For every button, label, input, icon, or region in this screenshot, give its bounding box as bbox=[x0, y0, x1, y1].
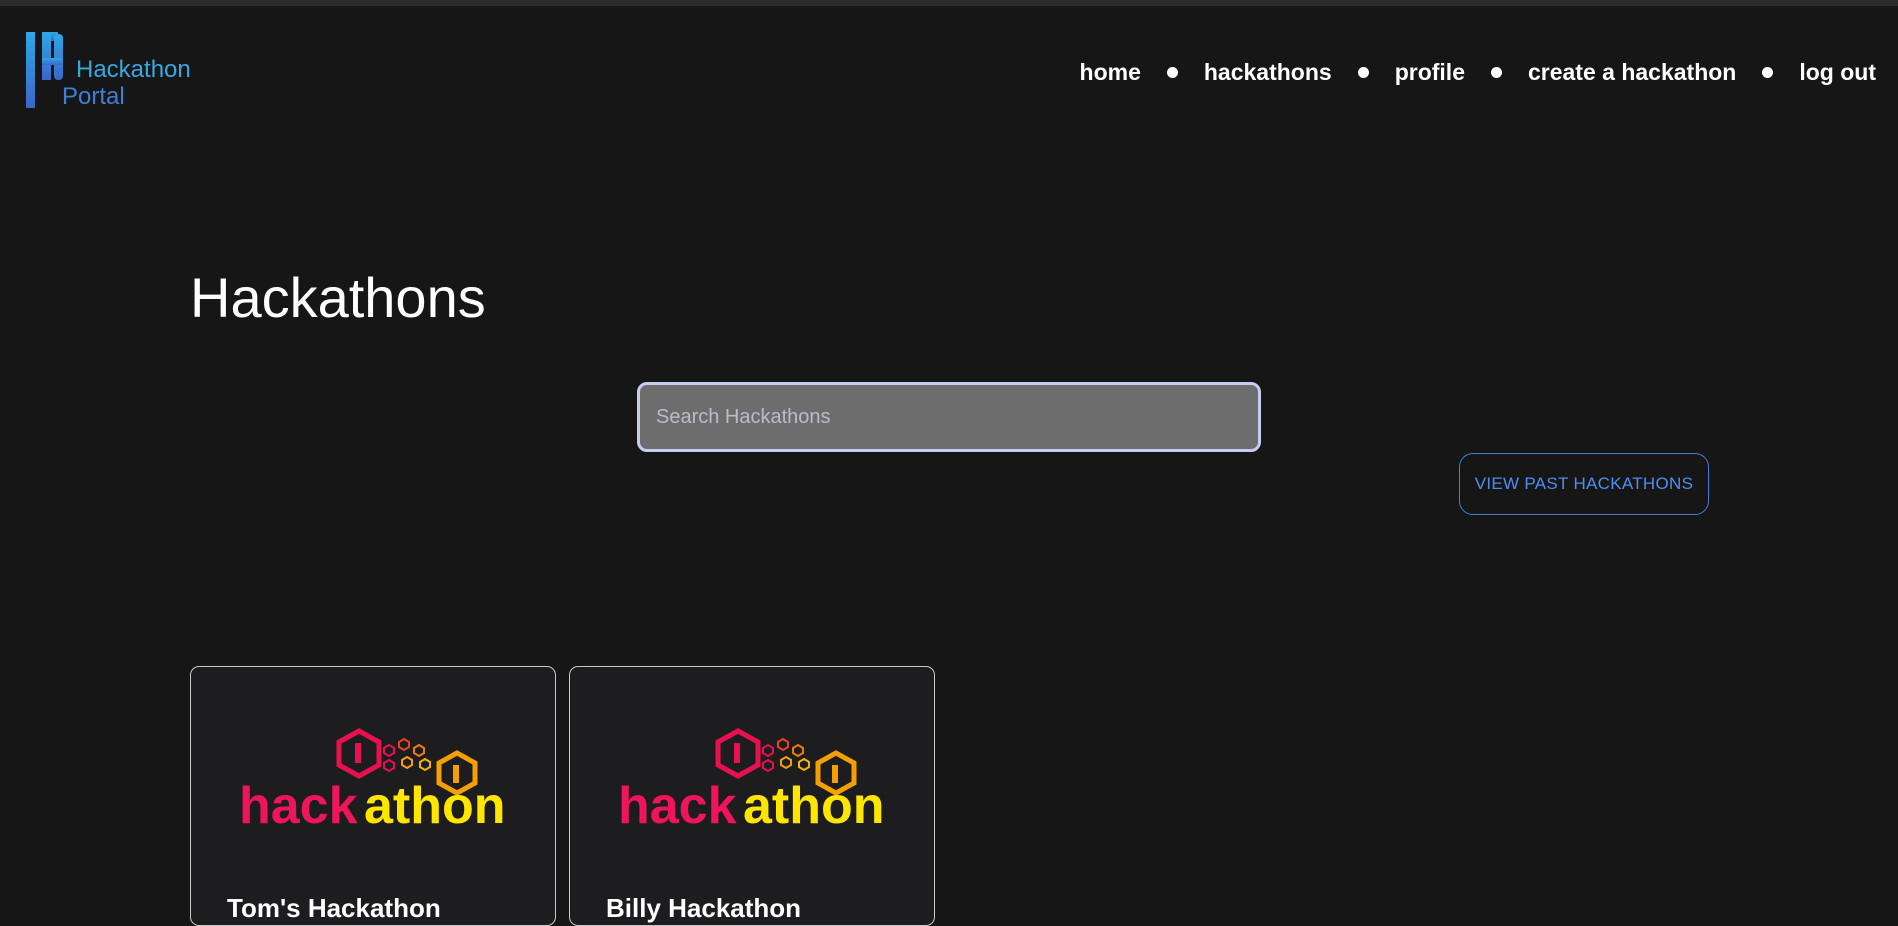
hackathon-card[interactable]: hack athon Billy Hackathon bbox=[569, 666, 935, 926]
nav-separator-dot bbox=[1166, 66, 1178, 78]
nav-separator-dot bbox=[1357, 66, 1369, 78]
page-title: Hackathons bbox=[190, 266, 486, 329]
nav-log-out-link[interactable]: log out bbox=[1799, 59, 1876, 86]
nav-separator-dot bbox=[1762, 66, 1774, 78]
hackathon-image: hack athon bbox=[239, 728, 506, 829]
hackathon-card[interactable]: hack athon Tom's Hackathon bbox=[190, 666, 556, 926]
site-logo[interactable]: Hackathon Portal bbox=[24, 30, 204, 110]
hackathon-image-text-athon: athon bbox=[364, 777, 506, 829]
hackathon-card-title: Tom's Hackathon bbox=[227, 893, 441, 923]
hackathon-image-text-athon: athon bbox=[743, 777, 885, 829]
search-input[interactable] bbox=[637, 382, 1261, 452]
logo-text-line2: Portal bbox=[62, 83, 125, 110]
hackathon-card-title: Billy Hackathon bbox=[606, 893, 802, 923]
nav-separator-dot bbox=[1490, 66, 1502, 78]
hackathon-image-text-hack: hack bbox=[618, 777, 737, 829]
nav-create-hackathon-link[interactable]: create a hackathon bbox=[1528, 59, 1736, 86]
browser-top-strip bbox=[0, 0, 1898, 6]
main-nav: home hackathons profile create a hackath… bbox=[1080, 56, 1876, 88]
nav-hackathons-link[interactable]: hackathons bbox=[1204, 59, 1332, 86]
logo-text-line1: Hackathon bbox=[76, 56, 191, 83]
view-past-hackathons-button[interactable]: VIEW PAST HACKATHONS bbox=[1459, 453, 1709, 515]
hackathon-image: hack athon bbox=[618, 728, 885, 829]
nav-home-link[interactable]: home bbox=[1080, 59, 1141, 86]
nav-profile-link[interactable]: profile bbox=[1395, 59, 1465, 86]
hackathon-image-text-hack: hack bbox=[239, 777, 358, 829]
